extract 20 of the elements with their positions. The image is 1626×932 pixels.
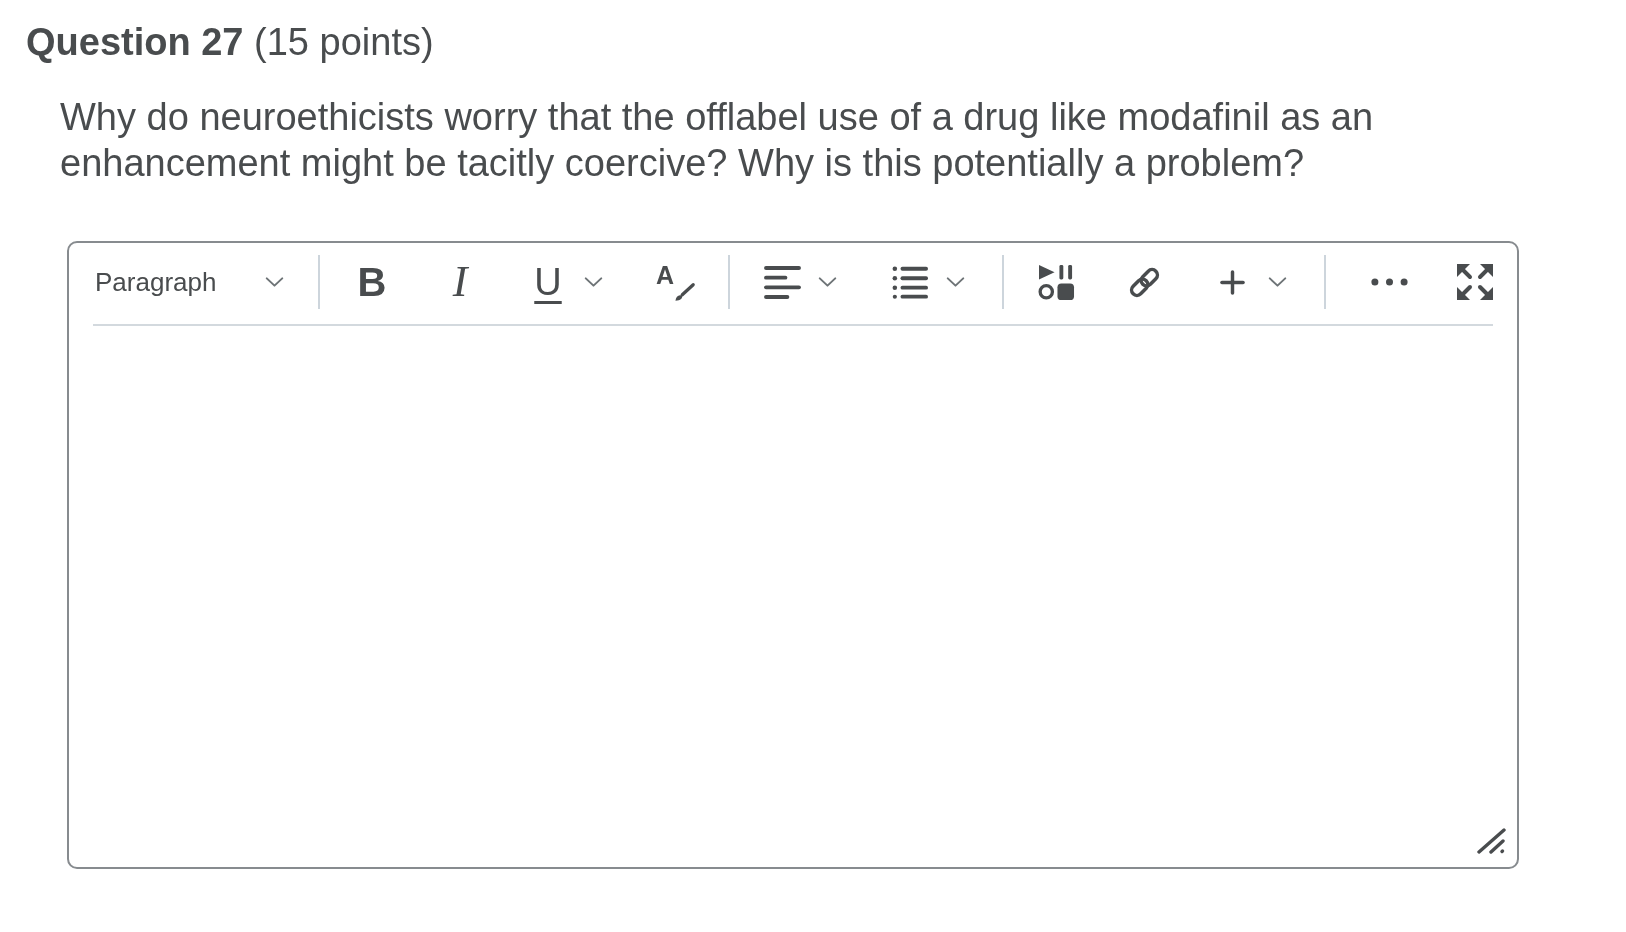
resize-handle-icon[interactable] bbox=[1477, 828, 1507, 854]
bold-button[interactable]: B bbox=[348, 258, 396, 306]
paragraph-format-dropdown[interactable]: Paragraph bbox=[93, 258, 290, 306]
plus-icon[interactable] bbox=[1219, 269, 1245, 295]
chevron-down-icon[interactable] bbox=[946, 277, 965, 287]
question-heading: Question 27 (15 points) bbox=[26, 20, 434, 64]
rich-text-editor[interactable]: Paragraph B I U A bbox=[67, 241, 1519, 869]
question-text: Why do neuroethicists worry that the offlabel use of a drug like modafinil as an enhancement might be tacitly coercive? Why is this potentially a problem? bbox=[60, 95, 1375, 186]
chevron-down-icon[interactable] bbox=[818, 277, 837, 287]
text-color-button[interactable]: A bbox=[652, 258, 700, 306]
chevron-down-icon[interactable] bbox=[265, 277, 284, 287]
ellipsis-icon[interactable] bbox=[1370, 278, 1408, 286]
align-left-icon[interactable] bbox=[763, 265, 801, 299]
bulleted-list-icon[interactable] bbox=[892, 265, 928, 299]
chevron-down-icon[interactable] bbox=[1268, 277, 1287, 287]
underline-dropdown[interactable]: U bbox=[524, 258, 612, 306]
fullscreen-icon[interactable] bbox=[1457, 264, 1493, 300]
chevron-down-icon[interactable] bbox=[584, 277, 603, 287]
paintbrush-icon[interactable] bbox=[674, 282, 697, 302]
italic-button[interactable]: I bbox=[436, 258, 484, 306]
